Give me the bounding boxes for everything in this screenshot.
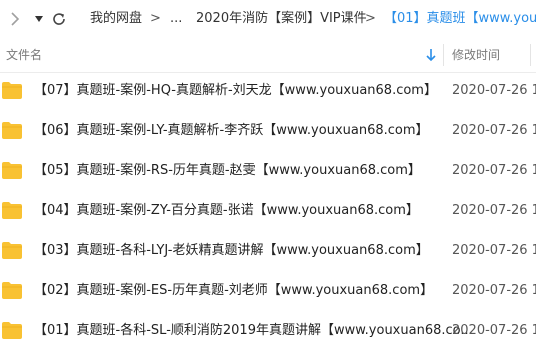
column-header: 文件名 修改时间 — [0, 38, 536, 73]
file-name[interactable]: 【01】真题班-各科-SL-顺利消防2019年真题讲解【www.youxuan6… — [34, 322, 473, 340]
column-modified-header[interactable]: 修改时间 — [452, 47, 500, 63]
file-row[interactable]: 【03】真题班-各科-LYJ-老妖精真题讲解【www.youxuan68.com… — [0, 232, 536, 272]
file-browser: 我的网盘 > ... 2020年消防【案例】VIP课件 > 【01】真题班【ww… — [0, 0, 536, 364]
file-modified-date: 2020-07-26 12: — [452, 163, 536, 178]
column-divider[interactable] — [530, 44, 531, 66]
file-modified-date: 2020-07-26 12: — [452, 283, 536, 298]
sort-arrow-down-icon[interactable] — [424, 47, 438, 63]
file-name[interactable]: 【02】真题班-案例-ES-历年真题-刘老师【www.youxuan68.com… — [34, 282, 433, 300]
file-row[interactable]: 【07】真题班-案例-HQ-真题解析-刘天龙【www.youxuan68.com… — [0, 72, 536, 112]
file-modified-date: 2020-07-26 12: — [452, 243, 536, 258]
file-row[interactable]: 【02】真题班-案例-ES-历年真题-刘老师【www.youxuan68.com… — [0, 272, 536, 312]
breadcrumb-item-my-drive[interactable]: 我的网盘 — [90, 10, 142, 28]
file-row[interactable]: 【06】真题班-案例-LY-真题解析-李齐跃【www.youxuan68.com… — [0, 112, 536, 152]
folder-icon — [2, 322, 22, 339]
toolbar: 我的网盘 > ... 2020年消防【案例】VIP课件 > 【01】真题班【ww… — [0, 0, 536, 38]
refresh-icon[interactable] — [48, 8, 70, 30]
folder-icon — [2, 202, 22, 219]
file-name[interactable]: 【06】真题班-案例-LY-真题解析-李齐跃【www.youxuan68.com… — [34, 122, 429, 140]
folder-icon — [2, 242, 22, 259]
file-name[interactable]: 【04】真题班-案例-ZY-百分真题-张诺【www.youxuan68.com】 — [34, 202, 419, 220]
breadcrumb-item-course-folder[interactable]: 2020年消防【案例】VIP课件 — [196, 10, 367, 28]
breadcrumb-item-ellipsis[interactable]: ... — [170, 10, 182, 28]
breadcrumb-separator: > — [365, 11, 376, 26]
breadcrumb-separator: > — [150, 11, 161, 26]
folder-icon — [2, 162, 22, 179]
file-list: 【07】真题班-案例-HQ-真题解析-刘天龙【www.youxuan68.com… — [0, 72, 536, 352]
breadcrumb-item-current: 【01】真题班【www.youxuan68.com】 — [384, 11, 536, 26]
caret-down-icon[interactable] — [28, 8, 50, 30]
file-modified-date: 2020-07-26 12: — [452, 123, 536, 138]
file-modified-date: 2020-07-26 12: — [452, 203, 536, 218]
file-modified-date: 2020-07-26 12: — [452, 323, 536, 338]
file-name[interactable]: 【07】真题班-案例-HQ-真题解析-刘天龙【www.youxuan68.com… — [34, 82, 437, 100]
folder-icon — [2, 122, 22, 139]
file-modified-date: 2020-07-26 12: — [452, 83, 536, 98]
file-row[interactable]: 【05】真题班-案例-RS-历年真题-赵雯【www.youxuan68.com】… — [0, 152, 536, 192]
column-divider[interactable] — [443, 44, 444, 66]
file-row[interactable]: 【04】真题班-案例-ZY-百分真题-张诺【www.youxuan68.com】… — [0, 192, 536, 232]
chevron-right-icon[interactable] — [4, 8, 26, 30]
folder-icon — [2, 82, 22, 99]
file-row[interactable]: 【01】真题班-各科-SL-顺利消防2019年真题讲解【www.youxuan6… — [0, 312, 536, 352]
file-name[interactable]: 【03】真题班-各科-LYJ-老妖精真题讲解【www.youxuan68.com… — [34, 242, 429, 260]
folder-icon — [2, 282, 22, 299]
file-name[interactable]: 【05】真题班-案例-RS-历年真题-赵雯【www.youxuan68.com】 — [34, 162, 421, 180]
column-name-header[interactable]: 文件名 — [6, 47, 42, 63]
